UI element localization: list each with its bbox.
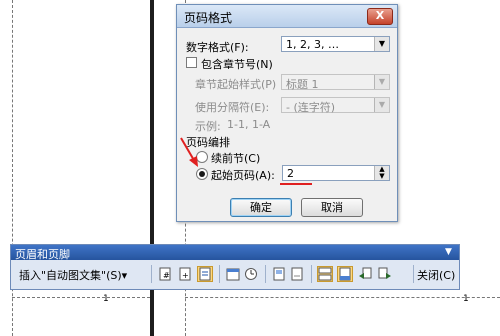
insert-autotext-button[interactable]: 插入"自动图文集"(S)▾: [19, 267, 127, 283]
format-page-number-icon[interactable]: [197, 266, 213, 282]
header-footer-toolbar: 页眉和页脚 ▼ 插入"自动图文集"(S)▾ # + 关闭(C): [10, 244, 460, 290]
toolbar-titlebar[interactable]: 页眉和页脚 ▼: [11, 245, 459, 261]
example-value: 1-1, 1-A: [227, 118, 271, 131]
switch-header-footer-icon[interactable]: [337, 266, 353, 282]
chevron-down-icon[interactable]: ▼: [374, 37, 389, 51]
page-number-field: 1: [463, 294, 469, 304]
insert-page-number-icon[interactable]: #: [157, 266, 173, 282]
red-underline-annotation: [280, 183, 312, 185]
toolbar-separator: [219, 265, 220, 283]
start-at-spinner[interactable]: 2 ▲ ▼: [282, 165, 390, 181]
start-at-label: 起始页码(A):: [211, 169, 275, 182]
show-hide-text-icon[interactable]: [289, 266, 305, 282]
include-chapter-label: 包含章节号(N): [201, 58, 273, 71]
svg-text:#: #: [163, 271, 170, 280]
page-number-format-dialog: 页码格式 X 数字格式(F): 1, 2, 3, … ▼ 包含章节号(N) 章节…: [176, 4, 398, 222]
close-button[interactable]: X: [367, 8, 393, 25]
page-number-field: 1: [103, 294, 109, 304]
toolbar-separator: [311, 265, 312, 283]
number-format-label: 数字格式(F):: [186, 41, 249, 54]
svg-text:+: +: [182, 271, 189, 280]
chapter-style-select[interactable]: 标题 1 ▼: [281, 74, 390, 91]
chevron-down-icon[interactable]: ▼: [374, 75, 389, 89]
close-toolbar-button[interactable]: 关闭(C): [417, 267, 455, 283]
show-next-icon[interactable]: [377, 266, 393, 282]
toolbar-options-icon[interactable]: ▼: [445, 247, 452, 257]
toolbar-separator: [151, 265, 152, 283]
insert-date-icon[interactable]: [225, 266, 241, 282]
separator-label: 使用分隔符(E):: [195, 101, 270, 114]
number-format-select[interactable]: 1, 2, 3, … ▼: [281, 36, 390, 52]
continue-label: 续前节(C): [211, 152, 261, 165]
page-setup-icon[interactable]: [271, 266, 287, 282]
toolbar-buttons: 插入"自动图文集"(S)▾ # + 关闭(C): [11, 261, 459, 288]
insert-page-count-icon[interactable]: +: [177, 266, 193, 282]
ok-button[interactable]: 确定: [230, 198, 292, 217]
show-previous-icon[interactable]: [357, 266, 373, 282]
toolbar-separator: [265, 265, 266, 283]
toolbar-title: 页眉和页脚: [15, 248, 70, 261]
chapter-style-label: 章节起始样式(P): [195, 78, 277, 91]
link-to-previous-icon[interactable]: [317, 266, 333, 282]
red-arrow-annotation: [180, 137, 198, 167]
toolbar-separator: [413, 265, 414, 283]
footer-boundary: [12, 297, 150, 298]
chevron-down-icon[interactable]: ▼: [374, 98, 389, 112]
include-chapter-checkbox[interactable]: [186, 57, 197, 68]
footer-boundary: [185, 297, 500, 298]
dialog-title: 页码格式: [184, 11, 233, 25]
insert-time-icon[interactable]: [243, 266, 259, 282]
separator-select[interactable]: - (连字符) ▼: [281, 97, 390, 114]
spinner-arrows-icon[interactable]: ▲ ▼: [374, 166, 389, 180]
example-label: 示例:: [195, 120, 221, 133]
dialog-titlebar[interactable]: 页码格式 X: [177, 5, 397, 28]
cancel-button[interactable]: 取消: [301, 198, 363, 217]
